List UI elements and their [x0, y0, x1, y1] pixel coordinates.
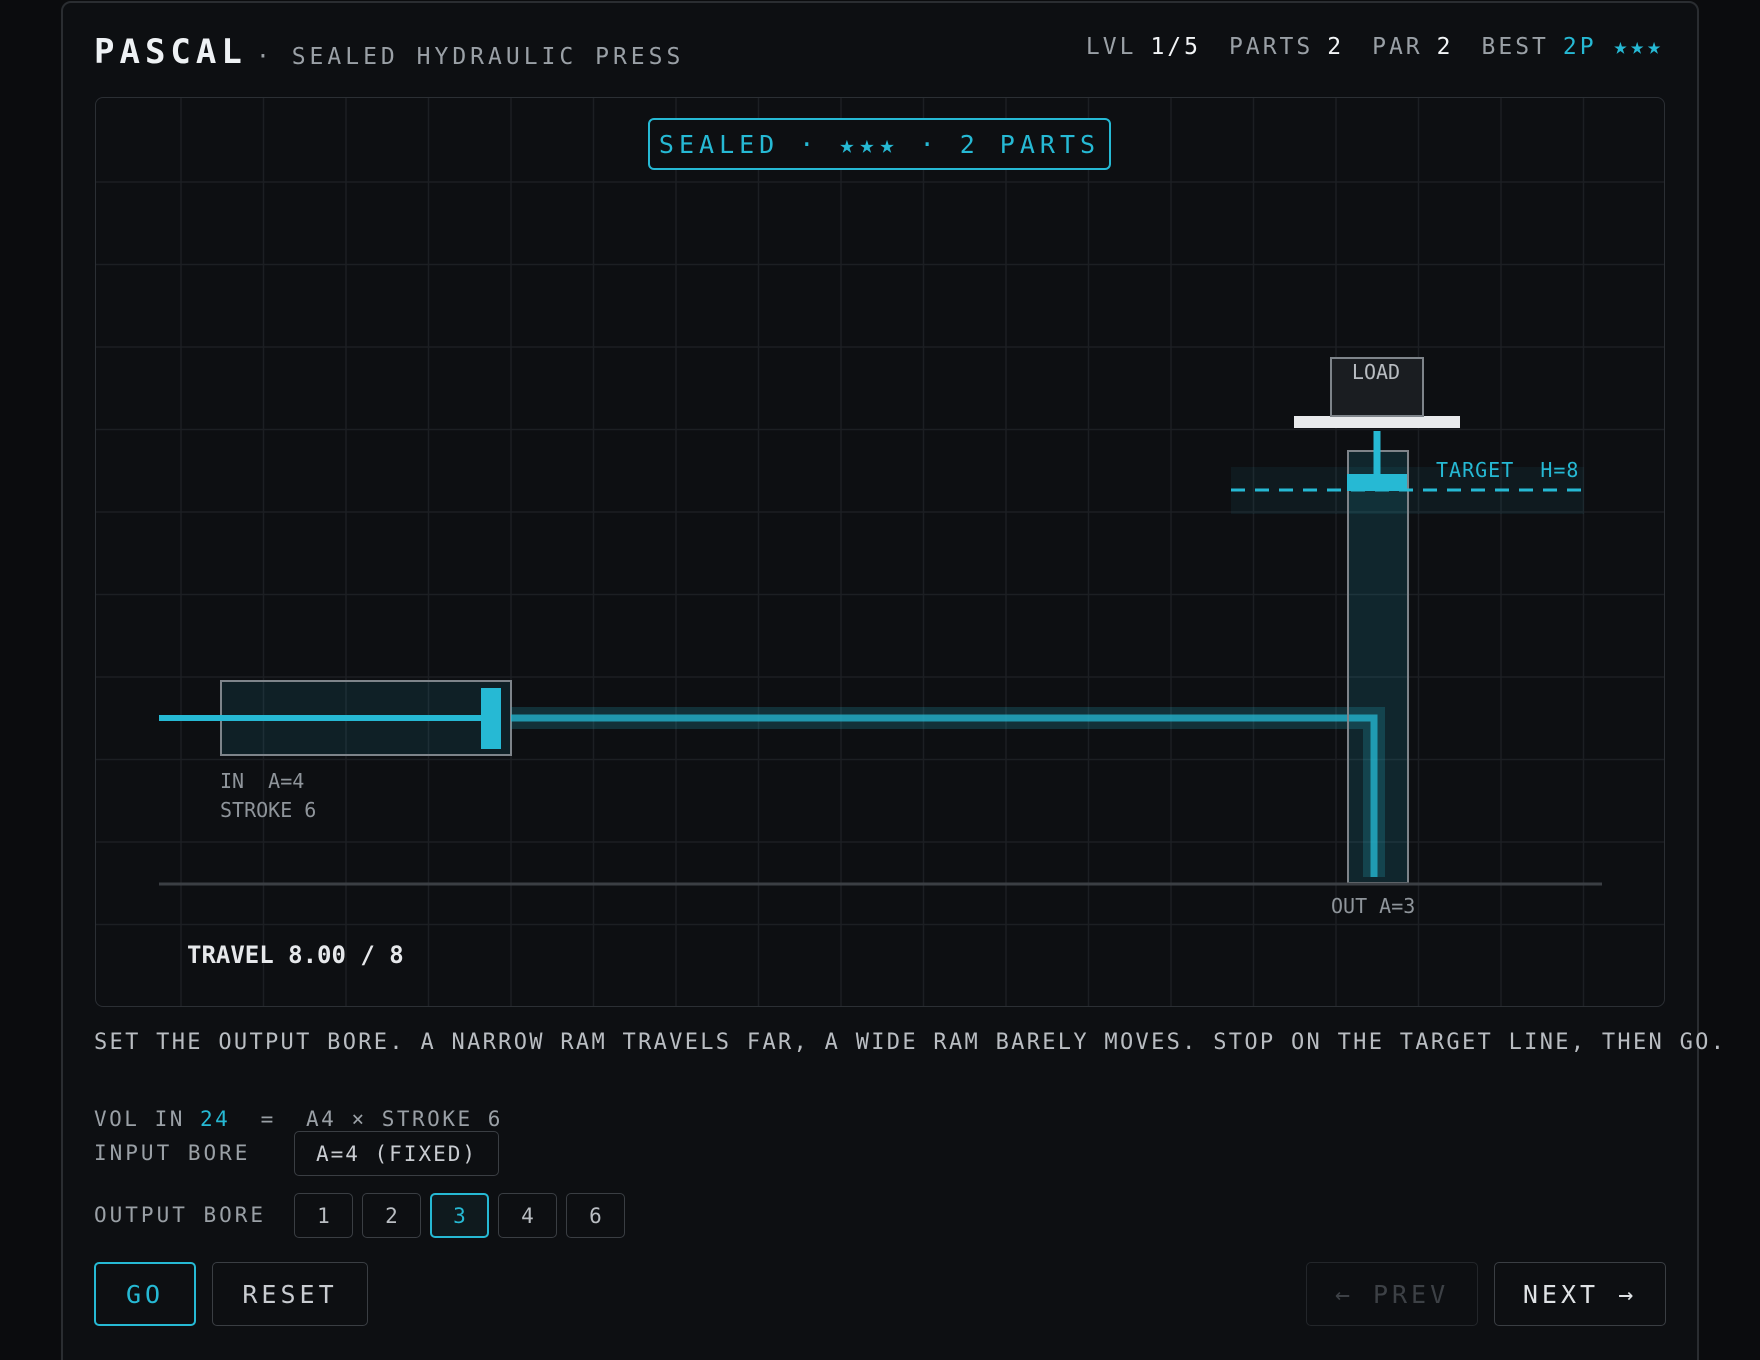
output-bore-label: OUTPUT BORE — [94, 1203, 267, 1227]
output-bore-selector: 1 2 3 4 6 — [294, 1193, 625, 1238]
output-bore-option-2[interactable]: 2 — [362, 1193, 421, 1238]
stat-par-key: PAR — [1372, 34, 1423, 60]
input-cylinder-label: IN A=4 STROKE 6 — [220, 767, 316, 825]
prev-level-button[interactable]: ← PREV — [1306, 1262, 1478, 1326]
app-title: PASCAL — [94, 32, 247, 72]
stat-best-key: BEST — [1481, 34, 1549, 60]
stat-level: LVL 1/5 — [1086, 34, 1201, 60]
output-bore-option-6[interactable]: 6 — [566, 1193, 625, 1238]
travel-readout: TRAVEL 8.00 / 8 — [187, 941, 404, 969]
app-subtitle: · SEALED HYDRAULIC PRESS — [256, 44, 685, 70]
stat-parts-value: 2 — [1327, 34, 1345, 60]
stat-best-value: 2P ★★★ — [1562, 34, 1664, 60]
stat-best: BEST 2P ★★★ — [1482, 34, 1664, 60]
formula-volume-value: 24 — [200, 1107, 231, 1131]
input-piston-head — [481, 688, 501, 749]
stat-level-value: 1/5 — [1150, 34, 1201, 60]
input-stroke-label: STROKE 6 — [220, 798, 317, 822]
stats-bar: LVL 1/5 PARTS 2 PAR 2 BEST 2P ★★★ — [1086, 34, 1664, 60]
formula-suffix: = A4 × STROKE 6 — [230, 1107, 503, 1131]
output-bore-option-1[interactable]: 1 — [294, 1193, 353, 1238]
press-board — [95, 97, 1665, 1007]
stat-parts: PARTS 2 — [1229, 34, 1344, 60]
stat-level-key: LVL — [1085, 34, 1137, 60]
target-label: TARGET H=8 — [1436, 458, 1580, 482]
pipe-glow — [511, 707, 1385, 877]
next-level-button[interactable]: NEXT → — [1494, 1262, 1666, 1326]
formula-prefix: VOL IN — [94, 1107, 201, 1131]
load-platform — [1294, 416, 1460, 428]
stat-par-value: 2 — [1436, 34, 1454, 60]
volume-formula: VOL IN 24 = A4 × STROKE 6 — [94, 1107, 503, 1131]
input-area-label: IN A=4 — [220, 769, 305, 793]
instructions-text: SET THE OUTPUT BORE. A NARROW RAM TRAVEL… — [94, 1030, 1727, 1055]
output-cylinder-label: OUT A=3 — [1331, 894, 1416, 918]
output-cylinder — [1347, 450, 1409, 884]
press-diagram — [96, 98, 1664, 1006]
reset-button[interactable]: RESET — [212, 1262, 368, 1326]
hydraulic-pipe — [511, 714, 1378, 877]
input-bore-value: A=4 (FIXED) — [294, 1131, 499, 1176]
go-button[interactable]: GO — [94, 1262, 196, 1326]
status-badge: SEALED · ★★★ · 2 PARTS — [648, 118, 1111, 170]
stat-par: PAR 2 — [1372, 34, 1453, 60]
output-bore-option-4[interactable]: 4 — [498, 1193, 557, 1238]
board-grid — [96, 98, 1664, 1006]
input-bore-label: INPUT BORE — [94, 1141, 251, 1165]
load-label: LOAD — [1351, 360, 1401, 384]
stat-parts-key: PARTS — [1229, 34, 1314, 60]
output-bore-option-3[interactable]: 3 — [430, 1193, 489, 1238]
